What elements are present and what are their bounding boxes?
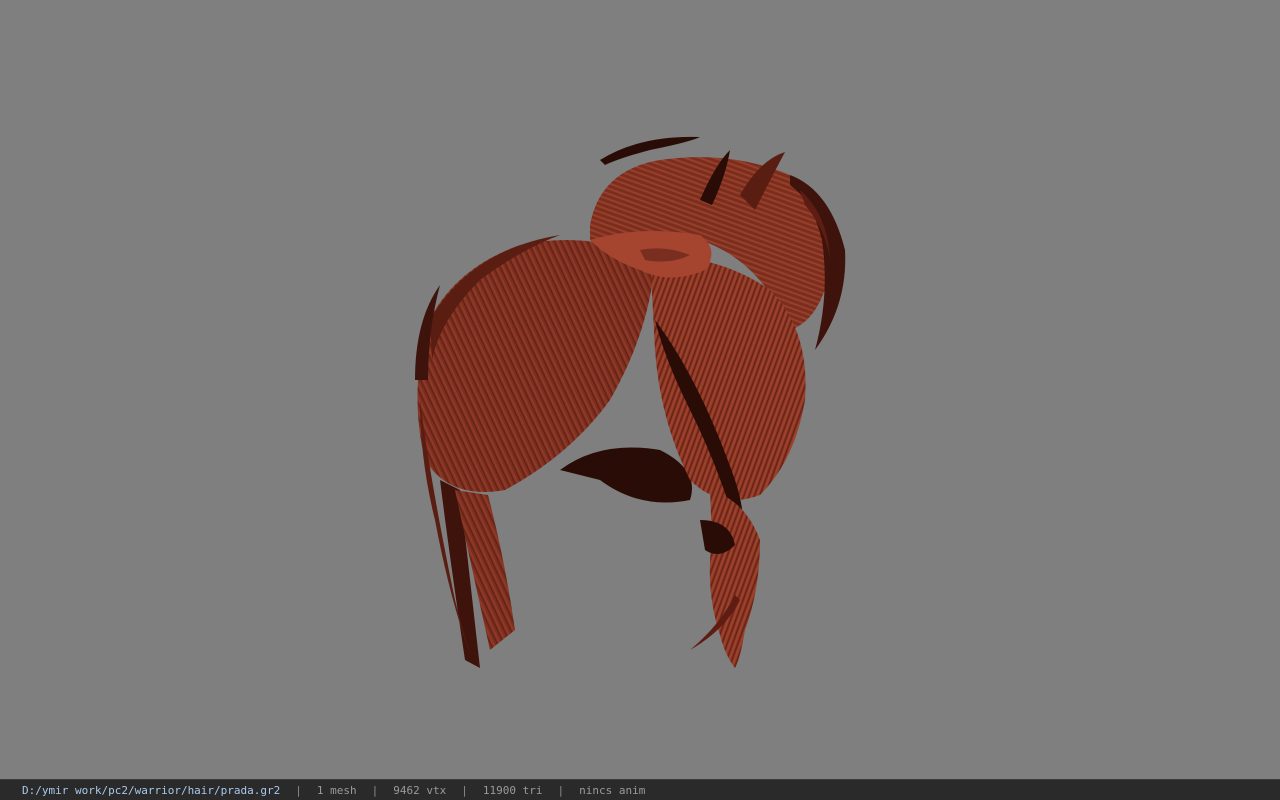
status-anim: nincs anim (579, 783, 646, 797)
status-vertex-count: 9462 vtx (393, 783, 447, 797)
3d-viewport[interactable] (0, 0, 1280, 779)
status-triangle-count: 11900 tri (482, 783, 543, 797)
status-mesh-count: 1 mesh (316, 783, 357, 797)
hair-model-render[interactable] (0, 0, 1280, 779)
hair-back-shadow (560, 447, 692, 503)
status-separator: | (461, 783, 468, 797)
hair-right-braid (709, 490, 760, 668)
status-bar: D:/ymir work/pc2/warrior/hair/prada.gr2 |… (0, 779, 1280, 800)
status-file-path: D:/ymir work/pc2/warrior/hair/prada.gr2 (22, 783, 281, 797)
status-separator: | (557, 783, 565, 797)
status-separator: | (295, 783, 302, 797)
status-separator: | (371, 783, 379, 797)
